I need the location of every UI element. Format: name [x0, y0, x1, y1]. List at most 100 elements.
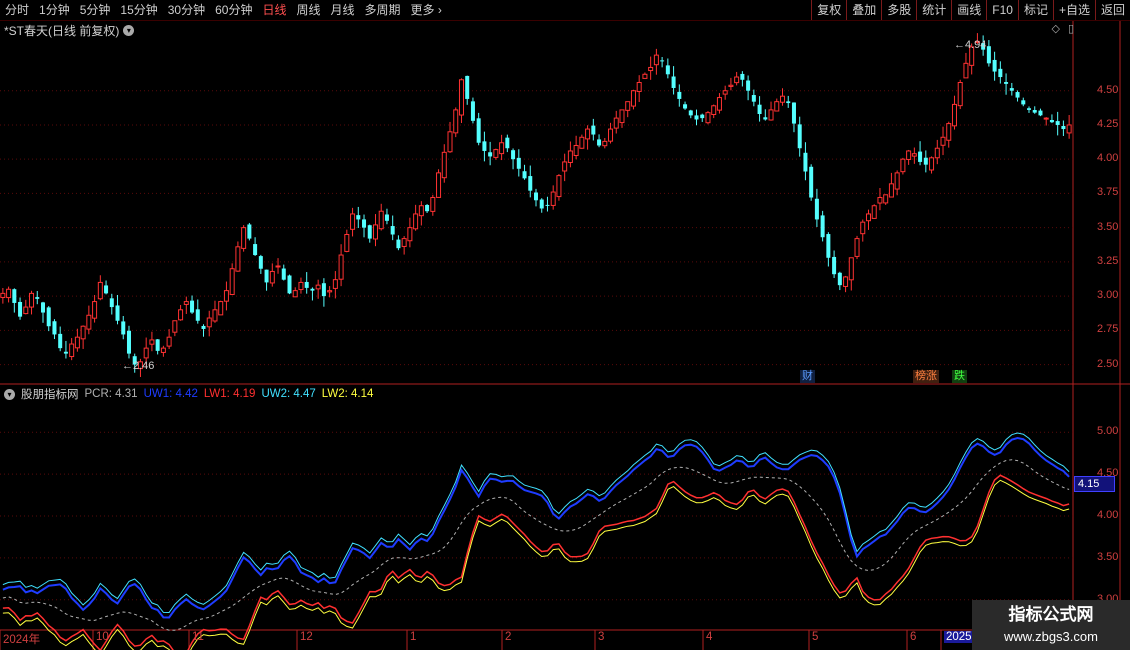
candle [711, 104, 717, 119]
candle [797, 116, 802, 157]
candle [35, 290, 40, 305]
period-tab-1[interactable]: 1分钟 [34, 0, 75, 20]
tool-button-0[interactable]: 复权 [811, 0, 846, 20]
candle [946, 121, 952, 148]
price-tick-3: 3.75 [1097, 186, 1119, 199]
candle [6, 286, 12, 303]
candle [178, 304, 184, 321]
candle [407, 217, 413, 248]
period-tab-10[interactable]: 更多 [406, 0, 447, 20]
candle [832, 250, 837, 278]
candle [871, 204, 877, 219]
period-tab-6[interactable]: 日线 [257, 0, 291, 20]
candle [235, 241, 241, 272]
tool-button-6[interactable]: 标记 [1017, 0, 1053, 20]
candle [488, 141, 493, 166]
period-tab-4[interactable]: 30分钟 [163, 0, 210, 20]
tool-button-2[interactable]: 多股 [881, 0, 916, 20]
candle [660, 56, 665, 68]
candle [728, 77, 734, 91]
candle [1066, 114, 1072, 139]
time-label-5: 2 [505, 631, 512, 643]
candle [344, 229, 350, 253]
candlestick-series [0, 33, 1072, 378]
candle [482, 131, 487, 162]
candle [992, 51, 997, 81]
candle [636, 75, 642, 102]
indicator-value-0: PCR: 4.31 [84, 388, 138, 400]
candle [195, 299, 200, 324]
candle [92, 294, 98, 323]
candle [894, 170, 900, 196]
event-badge-1[interactable]: 榜涨 [913, 370, 939, 383]
candle [854, 235, 860, 260]
candle [957, 79, 963, 110]
candle [883, 194, 889, 205]
watermark-title: 指标公式网 [1008, 605, 1094, 624]
period-tab-7[interactable]: 周线 [291, 0, 325, 20]
tool-button-4[interactable]: 画线 [951, 0, 986, 20]
candle [625, 101, 631, 118]
candle [648, 56, 654, 80]
tool-button-7[interactable]: +自选 [1052, 0, 1095, 20]
candle [269, 263, 275, 287]
candle [740, 71, 745, 87]
price-tick-1: 4.25 [1097, 117, 1119, 130]
candle [172, 320, 178, 337]
candle [923, 150, 928, 173]
period-tab-5[interactable]: 60分钟 [210, 0, 257, 20]
price-tick-5: 3.25 [1097, 254, 1119, 267]
candle [545, 196, 550, 212]
time-label-10: 2025 [944, 631, 974, 643]
price-tick-7: 2.75 [1097, 323, 1119, 336]
candle [384, 208, 389, 225]
period-tab-2[interactable]: 5分钟 [75, 0, 116, 20]
period-tab-8[interactable]: 月线 [326, 0, 360, 20]
time-label-8: 5 [812, 631, 819, 643]
candle [46, 306, 51, 332]
candle [362, 214, 367, 238]
indicator-dropdown-icon[interactable]: ▾ [4, 388, 15, 400]
price-tick-6: 3.00 [1097, 289, 1119, 302]
time-label-0: 2024年 [3, 634, 41, 646]
candle [757, 96, 762, 122]
candle [573, 135, 579, 160]
candle [746, 75, 751, 101]
candle [97, 275, 103, 301]
price-tick-8: 2.50 [1097, 357, 1119, 370]
candle [1026, 106, 1032, 113]
candle [608, 122, 614, 144]
candle [585, 125, 591, 150]
diamond-icon[interactable]: ◇ [1051, 22, 1059, 35]
event-badge-2[interactable]: 跌 [952, 370, 967, 383]
candle [722, 85, 728, 100]
period-tab-3[interactable]: 15分钟 [115, 0, 162, 20]
current-value-tag: 4.15 [1074, 476, 1115, 492]
tool-button-1[interactable]: 叠加 [846, 0, 881, 20]
tool-button-3[interactable]: 统计 [916, 0, 951, 20]
candle [115, 294, 120, 325]
candle [528, 165, 533, 198]
tool-button-8[interactable]: 返回 [1094, 0, 1130, 20]
indicator-name[interactable]: 股朋指标网 [21, 386, 79, 402]
candle [58, 326, 63, 352]
chart-canvas [0, 21, 1130, 650]
tool-button-5[interactable]: F10 [986, 0, 1018, 20]
stock-title-bar: *ST春天(日线 前复权) ▾ [4, 22, 135, 39]
candle [160, 345, 166, 357]
candle [1009, 82, 1014, 96]
candle [332, 271, 338, 299]
candle [338, 244, 344, 287]
candle [104, 280, 109, 295]
time-label-7: 4 [706, 631, 713, 643]
title-dropdown-icon[interactable]: ▾ [123, 25, 135, 36]
period-toolbar: 分时1分钟5分钟15分钟30分钟60分钟日线周线月线多周期更多 复权叠加多股统计… [0, 0, 1130, 21]
candle [350, 207, 356, 237]
window-toggle-icon[interactable]: ▯ [1068, 22, 1074, 35]
period-tab-0[interactable]: 分时 [0, 0, 34, 20]
event-badge-0[interactable]: 财 [800, 370, 815, 383]
candle [579, 134, 585, 149]
period-tab-9[interactable]: 多周期 [360, 0, 406, 20]
candle [683, 101, 688, 110]
candle [826, 232, 831, 267]
